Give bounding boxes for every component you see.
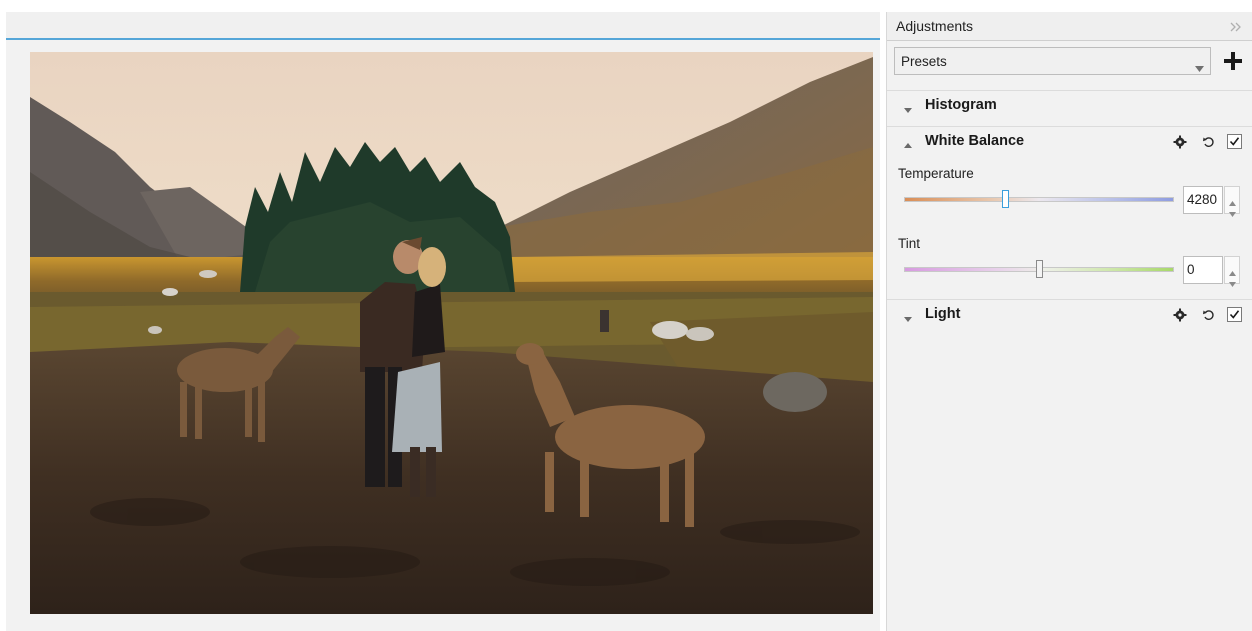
chevron-down-icon (1195, 59, 1204, 72)
temperature-spinner[interactable] (1224, 186, 1240, 217)
light-title: Light (925, 306, 961, 322)
divider (887, 90, 1252, 91)
light-enable-checkbox[interactable] (1227, 307, 1242, 322)
tint-value-box[interactable] (1183, 256, 1223, 284)
white-balance-title: White Balance (925, 133, 1025, 149)
divider (887, 126, 1252, 127)
arrow-down-icon[interactable] (1229, 204, 1236, 217)
presets-dropdown[interactable]: Presets (894, 47, 1211, 75)
histogram-section-header[interactable]: Histogram (887, 93, 1252, 119)
temperature-input[interactable] (1187, 192, 1221, 207)
adjustments-panel: Adjustments Presets Histogram White Bala… (886, 12, 1252, 631)
double-chevron-right-icon[interactable] (1229, 20, 1243, 32)
light-section-header[interactable]: Light (887, 302, 1252, 328)
presets-row: Presets (894, 46, 1244, 78)
panel-title: Adjustments (896, 18, 974, 34)
chevron-down-icon (903, 101, 913, 113)
tint-slider[interactable] (904, 258, 1174, 282)
divider (887, 299, 1252, 300)
chevron-up-icon (903, 137, 913, 148)
reset-icon[interactable] (1202, 135, 1216, 149)
tint-label: Tint (898, 236, 921, 251)
tint-input[interactable] (1187, 262, 1221, 277)
presets-value: Presets (901, 54, 947, 69)
chevron-down-icon (903, 310, 913, 322)
gear-icon[interactable] (1173, 308, 1187, 322)
temperature-thumb[interactable] (1002, 190, 1009, 208)
temperature-value-box[interactable] (1183, 186, 1223, 214)
canvas-area (6, 12, 880, 631)
panel-header: Adjustments (887, 12, 1252, 41)
tint-spinner[interactable] (1224, 256, 1240, 287)
white-balance-section-header[interactable]: White Balance (887, 129, 1252, 155)
arrow-down-icon[interactable] (1229, 274, 1236, 287)
tint-thumb[interactable] (1036, 260, 1043, 278)
histogram-title: Histogram (925, 97, 997, 113)
temperature-track (904, 197, 1174, 202)
white-balance-enable-checkbox[interactable] (1227, 134, 1242, 149)
gear-icon[interactable] (1173, 135, 1187, 149)
plus-icon[interactable] (1223, 51, 1243, 71)
photo-canvas[interactable] (30, 52, 873, 614)
reset-icon[interactable] (1202, 308, 1216, 322)
document-tab-bar (6, 12, 880, 40)
temperature-slider[interactable] (904, 188, 1174, 212)
temperature-label: Temperature (898, 166, 974, 181)
arrow-up-icon[interactable] (1229, 263, 1236, 276)
photo-image (30, 52, 873, 614)
arrow-up-icon[interactable] (1229, 193, 1236, 206)
